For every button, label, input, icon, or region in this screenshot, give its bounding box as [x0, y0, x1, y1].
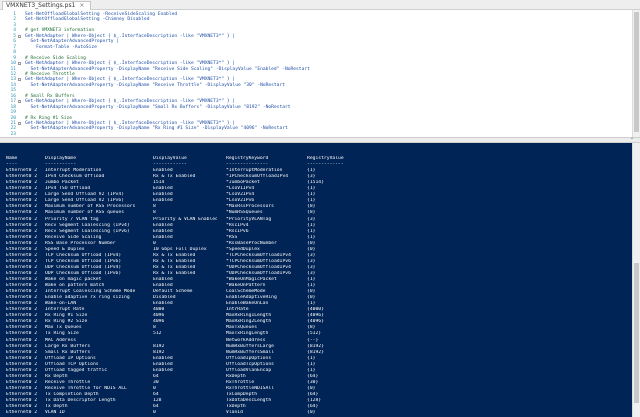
- fold-toggle-icon[interactable]: -: [18, 34, 21, 38]
- line-number: 11: [10, 66, 16, 72]
- editor-scrollbar[interactable]: [632, 10, 640, 137]
- code-line[interactable]: Set-NetAdapterAdvancedProperty -DisplayN…: [25, 105, 291, 110]
- line-number: 9: [13, 55, 16, 61]
- code-comment-line[interactable]: # Receive Side Scaling: [25, 56, 86, 61]
- line-number: 10: [10, 61, 16, 67]
- line-number: 22: [10, 126, 16, 132]
- line-number: 6: [13, 39, 16, 45]
- line-number: 20: [10, 115, 16, 121]
- code-comment-line[interactable]: # Rx Ring #1 Size: [25, 116, 72, 121]
- fold-toggle-icon[interactable]: -: [18, 78, 21, 82]
- code-line[interactable]: Set-NetAdapterAdvancedProperty -DisplayN…: [25, 126, 288, 131]
- fold-toggle-icon[interactable]: -: [18, 122, 21, 126]
- code-line[interactable]: Get-NetAdapterAdvancedProperty |: [25, 39, 120, 44]
- line-number: 17: [10, 99, 16, 105]
- line-number: 13: [10, 77, 16, 83]
- cell-display-name: VLAN ID: [45, 410, 65, 416]
- line-number: 18: [10, 104, 16, 110]
- cell-registry-value: {0}: [307, 410, 316, 416]
- tab-bar: VMXNET3_Settings.ps1 ×: [0, 0, 640, 10]
- code-comment-line[interactable]: # Small Rx Buffers: [25, 94, 75, 99]
- cell-name: Ethernet0 2: [6, 410, 38, 416]
- script-editor[interactable]: 1 2 3 4 5-6 7 8 9 10-11 12 13-14 15 16 17-18 19 20 21-22…: [0, 10, 640, 137]
- console-pane[interactable]: Name DisplayName DisplayValue RegistryKeywo…: [0, 143, 640, 417]
- cell-display-value: 0: [153, 410, 156, 416]
- console-scrollbar[interactable]: [632, 143, 640, 417]
- scrollbar-thumb[interactable]: [634, 12, 639, 132]
- line-number: 8: [13, 50, 16, 56]
- code-line[interactable]: Get-NetAdapter | Where-Object { $_.Inter…: [25, 61, 235, 66]
- code-line[interactable]: Set-NetAdapterAdvancedProperty -DisplayN…: [25, 67, 310, 72]
- code-line[interactable]: Get-NetAdapter | Where-Object { $_.Inter…: [25, 77, 235, 82]
- code-line[interactable]: Get-NetAdapter | Where-Object { $_.Inter…: [25, 99, 235, 104]
- fold-toggle-icon[interactable]: -: [18, 62, 21, 66]
- scrollbar-thumb[interactable]: [634, 263, 639, 403]
- tab-script[interactable]: VMXNET3_Settings.ps1 ×: [2, 1, 92, 10]
- fold-toggle-icon[interactable]: -: [18, 100, 21, 104]
- line-number: 16: [10, 93, 16, 99]
- code-line[interactable]: Set-NetOffloadGlobalSetting -Chimney Dis…: [25, 17, 149, 22]
- line-number: 15: [10, 88, 16, 94]
- tab-label: VMXNET3_Settings.ps1: [6, 2, 76, 9]
- line-number: 19: [10, 110, 16, 116]
- collapse-script-pane-icon[interactable]: ^: [628, 138, 636, 142]
- line-number: 7: [13, 44, 16, 50]
- line-number: 4: [13, 28, 16, 34]
- close-icon[interactable]: ×: [79, 2, 84, 9]
- code-line[interactable]: Set-NetAdapterAdvancedProperty -DisplayN…: [25, 83, 285, 88]
- line-number: 2: [13, 17, 16, 23]
- code-comment-line[interactable]: # get VMXNET3 information: [25, 28, 94, 33]
- code-line[interactable]: Format-Table -AutoSize: [25, 45, 97, 50]
- line-number-gutter: 1 2 3 4 5-6 7 8 9 10-11 12 13-14 15 16 17-18 19 20 21-22…: [0, 10, 22, 137]
- cell-registry-keyword: VlanId: [226, 410, 243, 416]
